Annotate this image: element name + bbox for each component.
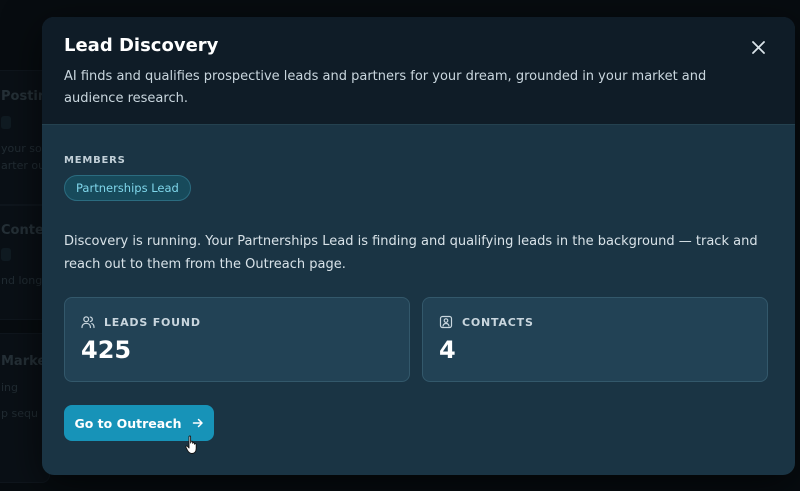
modal-header: Lead Discovery AI finds and qualifies pr…	[42, 17, 795, 125]
discovery-status-text: Discovery is running. Your Partnerships …	[64, 234, 758, 272]
stat-label: CONTACTS	[462, 315, 534, 329]
contact-card-icon	[439, 315, 453, 329]
contacts-value: 4	[439, 336, 456, 364]
close-button[interactable]	[748, 37, 768, 57]
contacts-card: CONTACTS 4	[422, 297, 768, 382]
go-to-outreach-label: Go to Outreach	[74, 415, 182, 431]
stat-header: LEADS FOUND	[81, 315, 201, 329]
hand-cursor-icon	[185, 435, 197, 454]
leads-found-card: LEADS FOUND 425	[64, 297, 410, 382]
leads-found-value: 425	[81, 336, 132, 364]
arrow-right-icon	[192, 417, 204, 429]
members-label: MEMBERS	[64, 155, 126, 166]
stat-label: LEADS FOUND	[104, 315, 201, 329]
modal-title: Lead Discovery	[64, 35, 219, 56]
users-icon	[81, 316, 95, 329]
member-chip-partnerships-lead: Partnerships Lead	[64, 175, 191, 201]
modal-description: AI finds and qualifies prospective leads…	[64, 69, 707, 106]
lead-discovery-modal: Lead Discovery AI finds and qualifies pr…	[42, 17, 795, 475]
close-icon	[751, 40, 765, 54]
stat-header: CONTACTS	[439, 315, 534, 329]
